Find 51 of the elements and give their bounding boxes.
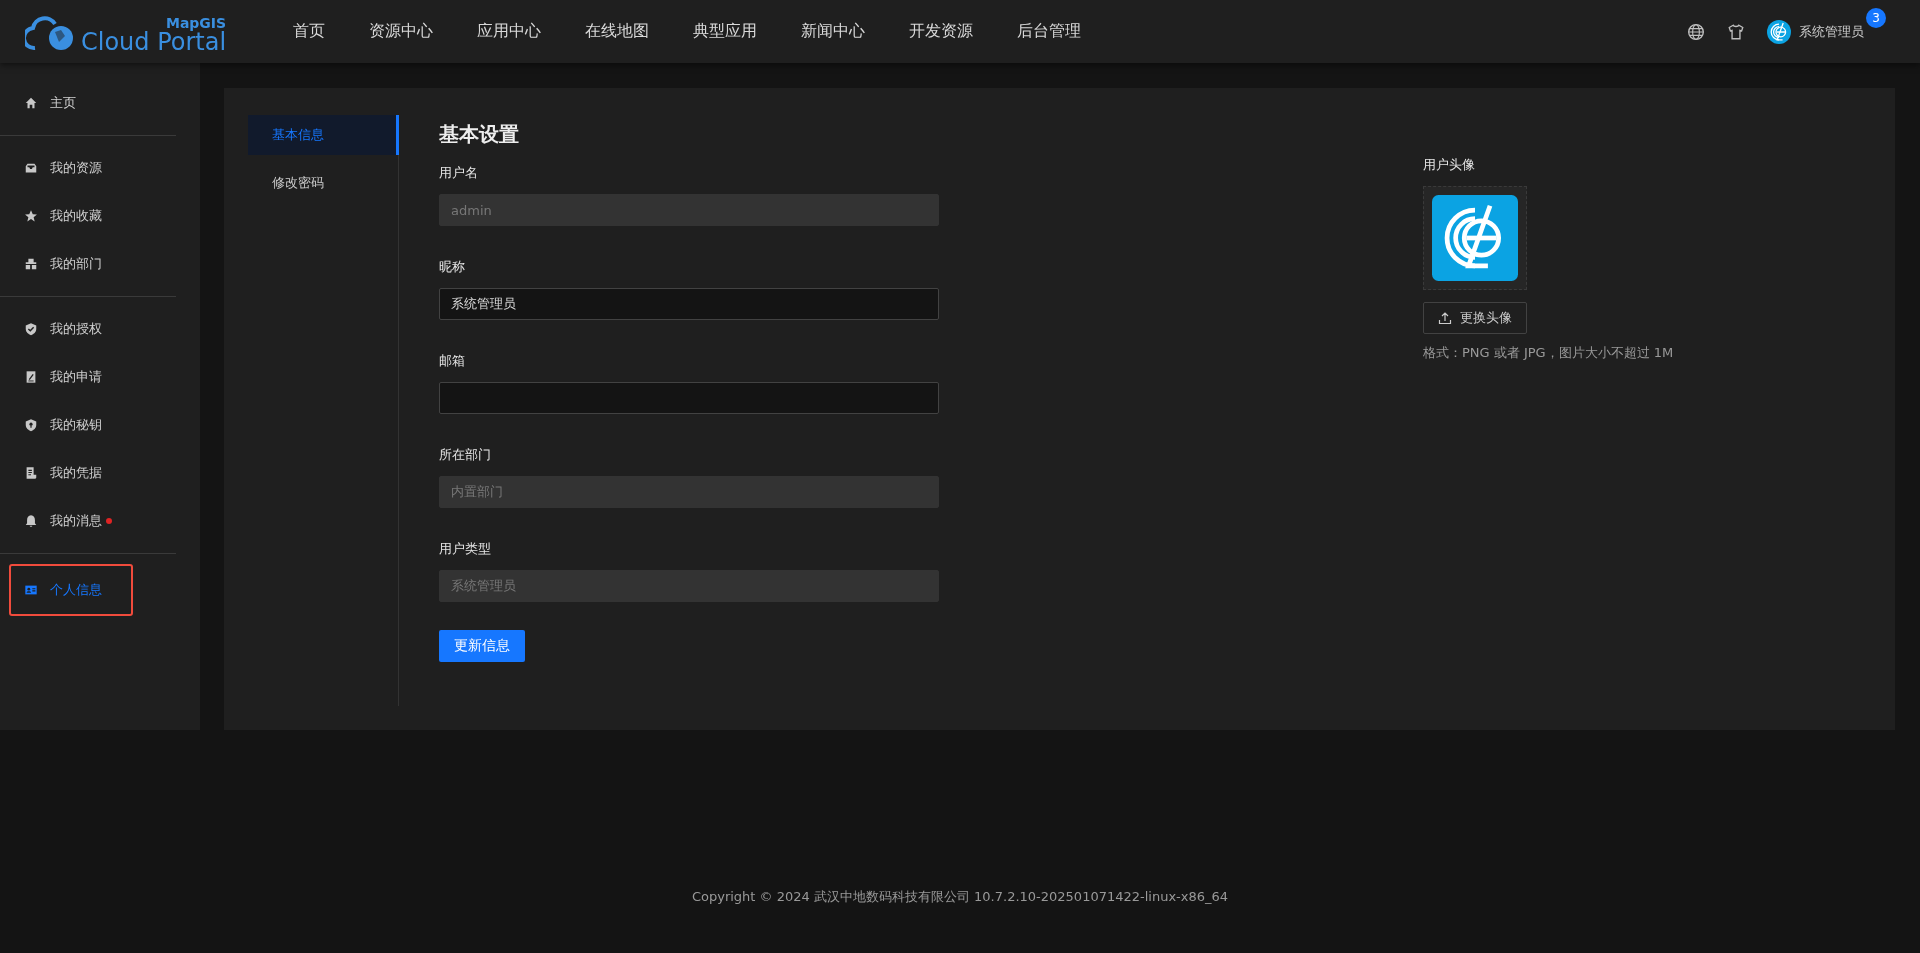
field-label: 邮箱: [439, 352, 466, 370]
sidebar-item[interactable]: 我的资源: [0, 144, 176, 192]
avatar-icon: [1767, 19, 1791, 44]
avatar-frame[interactable]: [1423, 186, 1527, 290]
copyright-text: Copyright © 2024 武汉中地数码科技有限公司 10.7.2.10-202501071422-linux-x86_64: [691, 889, 1229, 904]
tab[interactable]: 基本信息: [248, 115, 399, 155]
nav-link[interactable]: 开发资源: [887, 21, 995, 42]
org-icon: [24, 257, 38, 271]
nav-link[interactable]: 资源中心: [347, 21, 455, 42]
nav-link[interactable]: 在线地图: [563, 21, 671, 42]
nav-link[interactable]: 首页: [271, 21, 347, 42]
star-icon: [24, 209, 38, 223]
sidebar-item[interactable]: 我的凭据: [0, 449, 176, 497]
nav-link[interactable]: 典型应用: [671, 21, 779, 42]
sidebar-item[interactable]: 我的秘钥: [0, 401, 176, 449]
shield-icon: [24, 322, 38, 336]
inbox-icon: [24, 161, 38, 175]
doc-icon: [24, 466, 38, 480]
upload-icon: [1438, 311, 1452, 325]
card-icon: [24, 583, 38, 597]
section-title: 基本设置: [439, 121, 520, 148]
shirt-icon[interactable]: [1727, 22, 1745, 41]
sidebar-item[interactable]: 主页: [0, 79, 176, 127]
field-label: 用户名: [439, 164, 479, 182]
field-label: 昵称: [439, 258, 466, 276]
field-label: 所在部门: [439, 446, 492, 464]
avatar-logo-icon: [1432, 195, 1518, 281]
notification-badge: 3: [1866, 7, 1886, 28]
sidebar-item[interactable]: 我的申请: [0, 353, 176, 401]
sidebar-item[interactable]: 我的部门: [0, 240, 176, 288]
nav-link[interactable]: 新闻中心: [779, 21, 887, 42]
form-icon: [24, 370, 38, 384]
field-label: 用户类型: [439, 540, 492, 558]
globe-icon[interactable]: [1687, 22, 1705, 41]
key-icon: [24, 418, 38, 432]
home-icon: [24, 96, 38, 110]
sidebar-item[interactable]: 我的收藏: [0, 192, 176, 240]
update-button[interactable]: 更新信息: [439, 630, 525, 662]
logo-subtitle: MapGIS: [165, 15, 227, 30]
format-hint: 格式：PNG 或者 JPG，图片大小不超过 1M: [1423, 344, 1675, 362]
tab[interactable]: 修改密码: [248, 163, 399, 203]
input-field[interactable]: 系统管理员: [439, 288, 939, 320]
sidebar-item[interactable]: 我的授权: [0, 305, 176, 353]
nav-link[interactable]: 后台管理: [995, 21, 1103, 42]
change-avatar-button[interactable]: 更换头像: [1423, 302, 1527, 334]
input-field[interactable]: [439, 382, 939, 414]
sidebar-item[interactable]: 我的消息: [0, 497, 176, 545]
nav-link[interactable]: 应用中心: [455, 21, 563, 42]
bell-icon: [24, 514, 38, 528]
field-label: 用户头像: [1423, 156, 1476, 174]
sidebar-item[interactable]: 个人信息: [11, 566, 131, 614]
